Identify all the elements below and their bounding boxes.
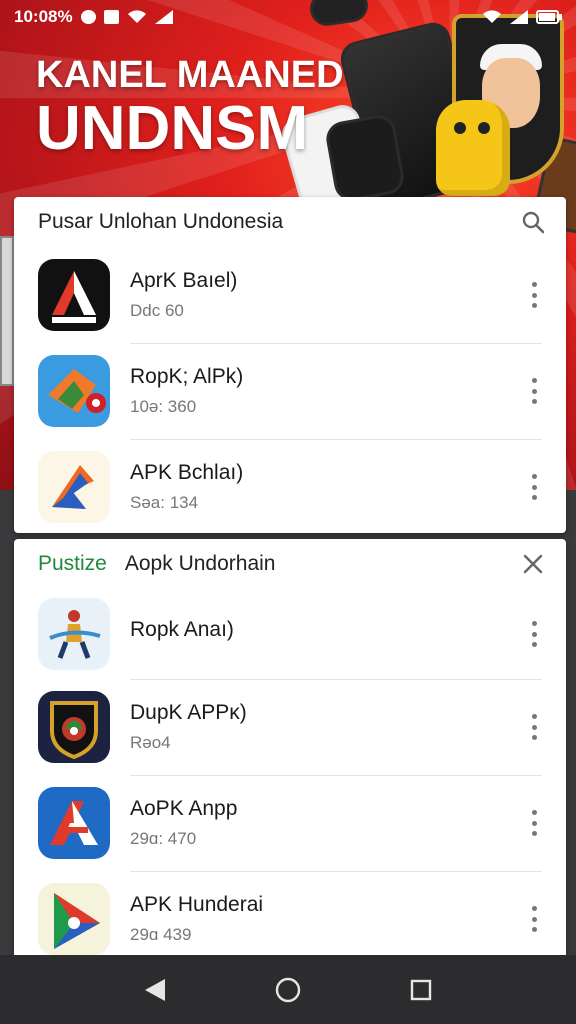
card-header: Pustize Aopk Undorhain: [14, 539, 566, 589]
app-name: RopK; AlPk): [130, 365, 244, 388]
laptop-image: [0, 236, 14, 386]
hero-title: KANEL MAANED UNDNSM: [36, 56, 344, 160]
list-item[interactable]: DupK APPĸ) Rəo4: [14, 679, 566, 775]
divider: [130, 343, 542, 344]
app-subtitle: Səa: 134: [130, 493, 199, 512]
list-item[interactable]: APK Bchlaı) Səa: 134: [14, 439, 566, 535]
card-title: Aopk Undorhain: [124, 552, 276, 575]
more-options-button[interactable]: [528, 378, 540, 404]
search-icon: [522, 211, 545, 234]
message-icon: [103, 10, 119, 24]
card-header: Pusar Unlohan Undonesia: [14, 197, 566, 247]
apk-red-blue-a-icon: [38, 787, 110, 859]
hero-title-line2: UNDNSM: [36, 94, 309, 163]
app-name: DupK APPĸ): [130, 701, 247, 724]
list-item[interactable]: Ropk Anaı): [14, 589, 566, 679]
status-time: 10:08%: [14, 7, 73, 26]
app-list-card: Pustize Aopk Undorhain Ropk Anaı) DupK A…: [14, 539, 566, 955]
more-options-button[interactable]: [528, 906, 540, 932]
app-name: APK Bchlaı): [130, 461, 244, 484]
app-subtitle: Ddc 60: [130, 301, 184, 320]
signal-icon: [154, 10, 173, 24]
divider: [130, 679, 542, 680]
back-icon[interactable]: [143, 977, 167, 1003]
recents-icon[interactable]: [409, 978, 433, 1002]
hero-title-line1: KANEL MAANED: [36, 54, 344, 96]
apk-play-triangle-icon: [38, 883, 110, 955]
divider: [130, 439, 542, 440]
apk-colorful-a-icon: [38, 451, 110, 523]
app-name: Ropk Anaı): [130, 618, 234, 641]
close-icon: [523, 554, 543, 574]
more-options-button[interactable]: [528, 621, 540, 647]
battery-icon: [536, 10, 562, 24]
navigation-bar: [0, 955, 576, 1024]
divider: [130, 775, 542, 776]
app-name: AoPK Anpp: [130, 797, 238, 820]
app-name: AprK Baıel): [130, 269, 238, 292]
card-title: Pusar Unlohan Undonesia: [38, 210, 284, 233]
home-icon[interactable]: [274, 976, 302, 1004]
search-button[interactable]: [518, 207, 548, 237]
wifi-icon: [483, 10, 501, 23]
list-item[interactable]: AoPK Anpp 29ɑ: 470: [14, 775, 566, 871]
app-name: APK Hunderai: [130, 893, 264, 916]
list-item[interactable]: AprK Baıel) Ddc 60: [14, 247, 566, 343]
divider: [130, 871, 542, 872]
app-list-card: Pusar Unlohan Undonesia AprK Baıel) Ddc …: [14, 197, 566, 533]
app-subtitle: Rəo4: [130, 733, 171, 752]
apk-orange-blue-icon: [38, 355, 110, 427]
runner-figure-icon: [38, 598, 110, 670]
wifi-icon: [127, 10, 146, 23]
mascot-image: [436, 100, 510, 196]
more-options-button[interactable]: [528, 810, 540, 836]
notification-icon: [80, 10, 96, 24]
more-options-button[interactable]: [528, 714, 540, 740]
list-item[interactable]: APK Hunderai 29ɑ 439: [14, 871, 566, 955]
status-bar: 10:08%: [0, 0, 576, 34]
list-item[interactable]: RopK; AlPk) 10ə: 360: [14, 343, 566, 439]
close-button[interactable]: [518, 549, 548, 579]
card-tag: Pustize: [38, 552, 107, 575]
app-subtitle: 10ə: 360: [130, 397, 197, 416]
shield-emblem-icon: [38, 691, 110, 763]
apk-a-black-icon: [38, 259, 110, 331]
app-subtitle: 29ɑ: 470: [130, 829, 197, 848]
app-subtitle: 29ɑ 439: [130, 925, 192, 944]
signal-icon: [510, 10, 528, 24]
more-options-button[interactable]: [528, 474, 540, 500]
more-options-button[interactable]: [528, 282, 540, 308]
